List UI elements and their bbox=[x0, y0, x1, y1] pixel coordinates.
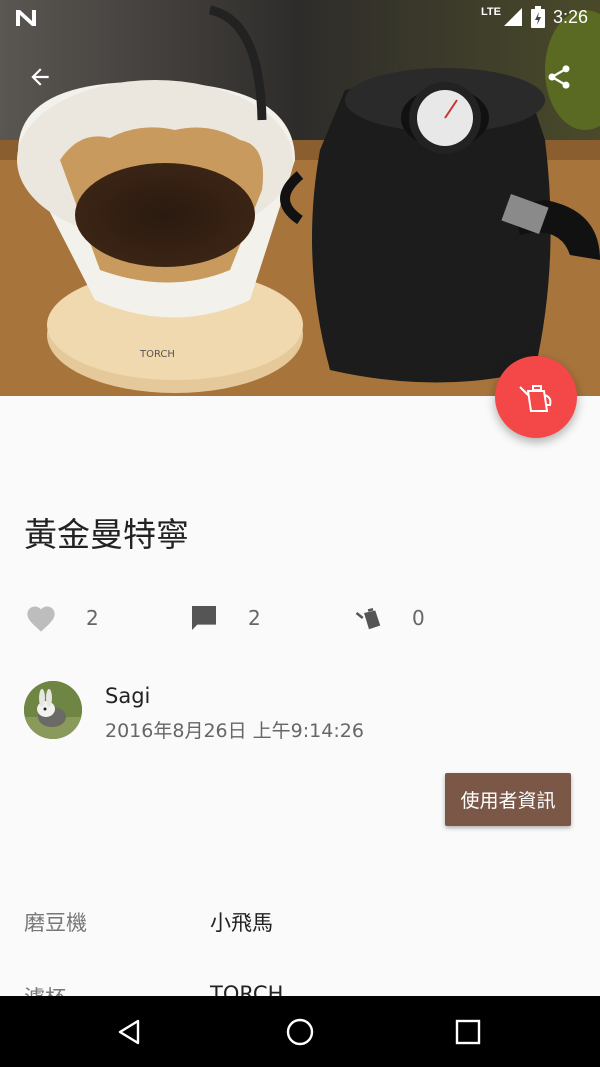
likes-stat[interactable]: 2 bbox=[24, 598, 99, 638]
navigation-bar bbox=[0, 996, 600, 1067]
hero-photo: TORCH bbox=[0, 0, 600, 396]
share-button[interactable] bbox=[537, 55, 581, 99]
pour-over-kettle-icon bbox=[519, 385, 552, 412]
post-timestamp: 2016年8月26日 上午9:14:26 bbox=[105, 720, 364, 742]
rabbit-photo bbox=[24, 681, 82, 739]
svg-text:TORCH: TORCH bbox=[139, 349, 175, 360]
status-indicators: LTE 3:26 bbox=[481, 6, 588, 28]
author-name[interactable]: Sagi bbox=[105, 684, 150, 708]
brew-fab-button[interactable] bbox=[495, 356, 577, 438]
signal-icon bbox=[503, 8, 522, 26]
brews-stat[interactable]: 0 bbox=[354, 598, 425, 638]
brew-title: 黃金曼特寧 bbox=[24, 515, 189, 554]
lte-label: LTE bbox=[480, 6, 501, 18]
triangle-back-icon bbox=[118, 1019, 140, 1044]
nav-recents-button[interactable] bbox=[428, 996, 508, 1067]
kettle-pour-icon bbox=[355, 608, 381, 630]
likes-count: 2 bbox=[86, 606, 99, 630]
grinder-value: 小飛馬 bbox=[210, 911, 273, 935]
nav-home-button[interactable] bbox=[260, 996, 340, 1067]
notification-n-icon bbox=[16, 10, 36, 26]
nav-back-button[interactable] bbox=[90, 996, 170, 1067]
brews-count: 0 bbox=[412, 606, 425, 630]
clock: 3:26 bbox=[552, 6, 588, 27]
comment-icon bbox=[192, 606, 216, 630]
heart-icon bbox=[27, 606, 55, 632]
back-button[interactable] bbox=[18, 55, 62, 99]
square-recents-icon bbox=[455, 1019, 481, 1044]
comments-count: 2 bbox=[248, 606, 261, 630]
circle-home-icon bbox=[286, 1018, 314, 1045]
status-bar: LTE 3:26 bbox=[0, 0, 600, 36]
comments-stat[interactable]: 2 bbox=[188, 598, 261, 638]
share-icon bbox=[548, 65, 570, 89]
arrow-back-icon bbox=[31, 68, 49, 86]
grinder-label: 磨豆機 bbox=[24, 911, 87, 935]
user-info-button[interactable]: 使用者資訊 bbox=[445, 773, 571, 826]
avatar[interactable] bbox=[24, 681, 82, 739]
battery-icon bbox=[530, 6, 545, 28]
